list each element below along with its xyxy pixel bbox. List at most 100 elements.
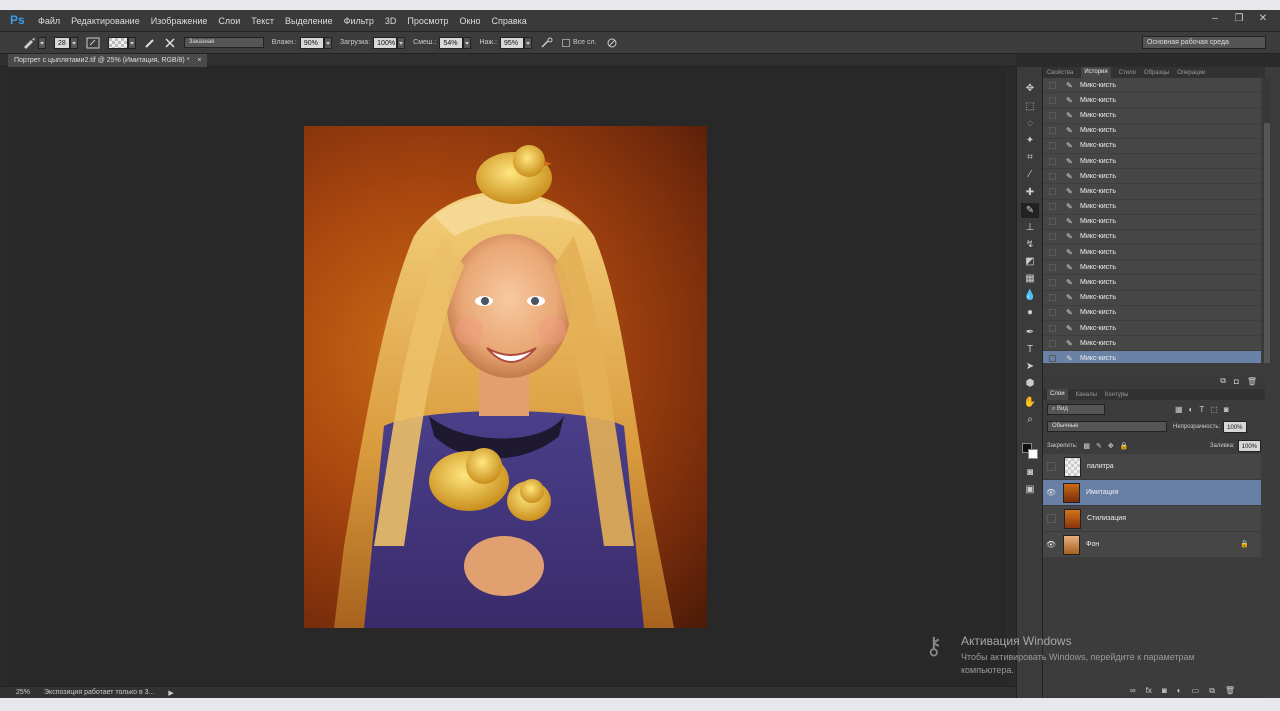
mix-input[interactable]: 54% (439, 36, 464, 49)
shape-tool-icon[interactable]: ⬢ (1021, 376, 1039, 391)
flow-input[interactable]: 95% (499, 36, 524, 49)
layer-row-palette[interactable]: палитра (1043, 454, 1261, 480)
workspace-switcher[interactable]: Основная рабочая среда (1142, 36, 1266, 49)
history-brush-source-checkbox[interactable] (1049, 96, 1056, 104)
history-brush-source-checkbox[interactable] (1049, 324, 1056, 332)
history-brush-source-checkbox[interactable] (1049, 172, 1056, 180)
load-dropdown[interactable] (397, 36, 406, 49)
menu-window[interactable]: Окно (460, 16, 481, 26)
history-state[interactable]: ✎ Микс-кисть (1043, 306, 1261, 321)
history-brush-source-checkbox[interactable] (1049, 203, 1056, 211)
history-state[interactable]: ✎ Микс-кисть (1043, 93, 1261, 109)
history-state[interactable]: ✎ Микс-кисть (1043, 321, 1261, 337)
hand-tool-icon[interactable]: ✋ (1021, 395, 1039, 410)
marquee-tool-icon[interactable]: ⬚ (1021, 99, 1039, 114)
eye-icon[interactable]: 👁 (1043, 540, 1059, 549)
menu-3d[interactable]: 3D (385, 16, 397, 26)
tab-actions[interactable]: Операции (1177, 70, 1205, 76)
blend-mode-select[interactable]: Обычные (1047, 421, 1167, 432)
lock-icons[interactable]: ▩✎✥🔒 (1083, 442, 1134, 450)
dodge-tool-icon[interactable]: ● (1021, 305, 1039, 320)
eye-icon[interactable]: 👁 (1043, 488, 1059, 497)
history-brush-source-checkbox[interactable] (1049, 339, 1056, 347)
history-brush-source-checkbox[interactable] (1049, 294, 1056, 302)
history-state[interactable]: ✎ Микс-кисть (1043, 230, 1261, 246)
history-state[interactable]: ✎ Микс-кисть (1043, 291, 1261, 306)
history-brush-source-checkbox[interactable] (1049, 157, 1056, 165)
opacity-input[interactable]: 100% (1223, 420, 1247, 433)
quick-select-tool-icon[interactable]: ✦ (1021, 133, 1039, 148)
menu-select[interactable]: Выделение (285, 16, 333, 26)
mixer-brush-tool-icon[interactable]: ✎ (1021, 203, 1039, 218)
menu-filter[interactable]: Фильтр (344, 16, 374, 26)
background-color-swatch[interactable] (1028, 449, 1038, 459)
link-layers-icon[interactable]: ∞ (1130, 686, 1136, 698)
menu-type[interactable]: Текст (251, 16, 274, 26)
eyedropper-tool-icon[interactable]: ⁄ (1021, 167, 1039, 182)
delete-state-icon[interactable]: 🗑 (1247, 377, 1257, 386)
path-select-tool-icon[interactable]: ➤ (1021, 359, 1039, 374)
history-brush-source-checkbox[interactable] (1049, 233, 1056, 241)
tab-styles[interactable]: Стили (1119, 70, 1136, 76)
eraser-tool-icon[interactable]: ◩ (1021, 254, 1039, 269)
wet-input[interactable]: 90% (299, 36, 324, 49)
history-state[interactable]: ✎ Микс-кисть (1043, 124, 1261, 139)
wet-dropdown[interactable] (323, 36, 332, 49)
quick-mask-icon[interactable]: ◙ (1021, 465, 1039, 480)
tab-history[interactable]: История (1081, 67, 1111, 78)
history-state[interactable]: ✎ Микс-кисть (1043, 245, 1261, 261)
tab-channels[interactable]: Каналы (1076, 392, 1097, 398)
close-button[interactable]: ✕ (1258, 13, 1268, 24)
mode-select[interactable]: Заказная (183, 37, 264, 48)
load-input[interactable]: 100% (373, 36, 398, 49)
new-layer-icon[interactable]: ⧉ (1209, 686, 1215, 698)
blur-tool-icon[interactable]: 💧 (1021, 288, 1039, 303)
history-brush-source-checkbox[interactable] (1049, 248, 1056, 256)
layer-style-icon[interactable]: fx (1146, 686, 1152, 698)
new-document-from-state-icon[interactable]: ⧉ (1220, 376, 1226, 386)
move-tool-icon[interactable]: ✥ (1021, 81, 1039, 96)
document-tab[interactable]: Портрет с цыплятами2.tif @ 25% (Имитация… (8, 54, 208, 67)
minimize-button[interactable]: – (1210, 13, 1220, 24)
crop-tool-icon[interactable]: ⌗ (1021, 150, 1039, 165)
scrollbar-thumb[interactable] (1264, 123, 1270, 363)
healing-brush-tool-icon[interactable]: ✚ (1021, 185, 1039, 200)
tab-properties[interactable]: Свойства (1047, 70, 1073, 76)
new-snapshot-icon[interactable]: ◘ (1234, 377, 1239, 386)
history-brush-source-checkbox[interactable] (1049, 81, 1056, 89)
canvas-area[interactable] (8, 67, 1006, 685)
history-brush-source-checkbox[interactable] (1049, 309, 1056, 317)
color-swatch-load[interactable] (107, 36, 136, 49)
tab-paths[interactable]: Контуры (1105, 392, 1129, 398)
history-state[interactable]: ✎ Микс-кисть (1043, 200, 1261, 215)
screen-mode-icon[interactable]: ▣ (1021, 482, 1039, 497)
history-state[interactable]: ✎ Микс-кисть (1043, 184, 1261, 200)
history-brush-source-checkbox[interactable] (1049, 127, 1056, 135)
history-state[interactable]: ✎ Микс-кисть (1043, 215, 1261, 230)
history-state[interactable]: ✎ Микс-кисть (1043, 139, 1261, 154)
menu-layers[interactable]: Слои (218, 16, 240, 26)
clone-stamp-tool-icon[interactable]: ⊥ (1021, 220, 1039, 235)
tab-swatches[interactable]: Образцы (1144, 70, 1169, 76)
layer-row-imitation[interactable]: 👁 Имитация (1043, 480, 1261, 506)
menu-file[interactable]: Файл (38, 16, 60, 26)
layer-filter-kind[interactable]: ⌕ Вид (1047, 404, 1105, 415)
history-brush-source-checkbox[interactable] (1049, 279, 1056, 287)
history-state[interactable]: ✎ Микс-кисть (1043, 275, 1261, 291)
visibility-toggle[interactable] (1047, 462, 1056, 471)
restore-button[interactable]: ❐ (1234, 13, 1244, 24)
document-image[interactable] (304, 126, 707, 628)
pressure-size-toggle[interactable] (605, 37, 619, 49)
clean-brush-button[interactable] (164, 37, 176, 49)
airbrush-toggle[interactable] (540, 37, 554, 49)
type-tool-icon[interactable]: T (1021, 342, 1039, 357)
history-brush-source-checkbox[interactable] (1049, 142, 1056, 150)
layer-filter-icons[interactable]: ▦◐T⬚◙ (1175, 405, 1235, 414)
gradient-tool-icon[interactable]: ▦ (1021, 271, 1039, 286)
menu-image[interactable]: Изображение (151, 16, 208, 26)
flow-dropdown[interactable] (523, 36, 532, 49)
status-menu-arrow-icon[interactable]: ▶ (168, 689, 173, 697)
adjustment-layer-icon[interactable]: ◐ (1177, 686, 1182, 698)
all-layers-checkbox[interactable]: Все сл. (561, 38, 597, 47)
history-brush-source-checkbox[interactable] (1049, 187, 1056, 195)
